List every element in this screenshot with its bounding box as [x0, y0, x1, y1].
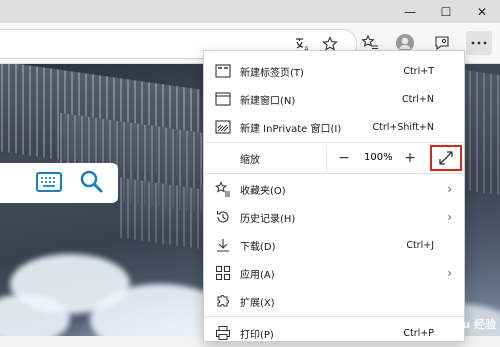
watermark: Baidu 经验: [434, 318, 496, 331]
station-panel: [120, 177, 210, 251]
menu-item-label: 新建窗口(N): [240, 95, 296, 107]
title-bar: — ☐ ✕: [0, 0, 500, 23]
search-icon: [80, 170, 103, 193]
close-button[interactable]: ✕: [464, 0, 500, 23]
extensions-icon: [215, 293, 231, 309]
new-tab-icon: [215, 63, 231, 79]
zoom-level: 100%: [364, 152, 393, 163]
menu-item-extensions[interactable]: 扩展(X): [204, 287, 464, 315]
chevron-right-icon: ›: [447, 182, 452, 196]
apps-icon: [215, 265, 231, 281]
new-window-icon: [215, 91, 231, 107]
maximize-button[interactable]: ☐: [428, 0, 464, 23]
zoom-separator: [326, 145, 327, 171]
menu-item-shortcut: Ctrl+T: [403, 65, 434, 77]
favorites-icon: [215, 181, 231, 197]
menu-divider: [204, 316, 464, 317]
more-icon: [471, 41, 487, 45]
settings-more-button[interactable]: [466, 31, 492, 55]
minus-icon: −: [338, 150, 350, 166]
keyboard-icon: [36, 172, 62, 192]
menu-item-label: 扩展(X): [240, 297, 275, 309]
download-icon: [215, 237, 231, 253]
menu-item-label: 收藏夹(O): [240, 185, 286, 197]
zoom-in-button[interactable]: +: [400, 148, 420, 168]
menu-item-label: 缩放: [240, 154, 260, 166]
close-icon: ✕: [476, 4, 488, 19]
menu-item-new-tab[interactable]: 新建标签页(T) Ctrl+T: [204, 57, 464, 85]
fullscreen-button[interactable]: [430, 145, 462, 171]
menu-divider: [204, 142, 464, 143]
menu-item-history[interactable]: 历史记录(H) ›: [204, 203, 464, 231]
expand-icon: [439, 151, 453, 165]
menu-item-new-window[interactable]: 新建窗口(N) Ctrl+N: [204, 85, 464, 113]
menu-item-label: 下载(D): [240, 241, 276, 253]
menu-item-downloads[interactable]: 下载(D) Ctrl+J: [204, 231, 464, 259]
menu-item-shortcut: Ctrl+P: [403, 327, 434, 339]
menu-item-label: 应用(A): [240, 269, 275, 281]
inprivate-icon: [215, 119, 231, 135]
settings-menu: 新建标签页(T) Ctrl+T 新建窗口(N) Ctrl+N 新建 InPriv…: [203, 50, 465, 342]
history-icon: [215, 209, 231, 225]
chevron-right-icon: ›: [447, 210, 452, 224]
maximize-icon: ☐: [440, 4, 452, 19]
menu-item-label: 新建 InPrivate 窗口(I): [240, 123, 342, 135]
menu-divider: [204, 173, 464, 174]
minimize-button[interactable]: —: [392, 0, 428, 23]
menu-item-favorites[interactable]: 收藏夹(O) ›: [204, 175, 464, 203]
minimize-icon: —: [404, 4, 416, 19]
search-button[interactable]: [78, 168, 104, 194]
menu-item-label: 新建标签页(T): [240, 67, 304, 79]
menu-item-label: 打印(P): [240, 329, 274, 341]
menu-item-shortcut: Ctrl+Shift+N: [372, 121, 434, 133]
menu-item-shortcut: Ctrl+J: [406, 239, 434, 251]
chevron-right-icon: ›: [447, 266, 452, 280]
menu-item-label: 历史记录(H): [240, 213, 296, 225]
menu-item-apps[interactable]: 应用(A) ›: [204, 259, 464, 287]
visual-search-button[interactable]: [36, 172, 62, 192]
station-panel: [462, 69, 500, 199]
plus-icon: +: [404, 150, 416, 166]
menu-item-inprivate[interactable]: 新建 InPrivate 窗口(I) Ctrl+Shift+N: [204, 113, 464, 141]
zoom-out-button[interactable]: −: [334, 148, 354, 168]
print-icon: [215, 325, 231, 341]
menu-item-shortcut: Ctrl+N: [402, 93, 434, 105]
menu-item-print[interactable]: 打印(P) Ctrl+P: [204, 319, 464, 347]
